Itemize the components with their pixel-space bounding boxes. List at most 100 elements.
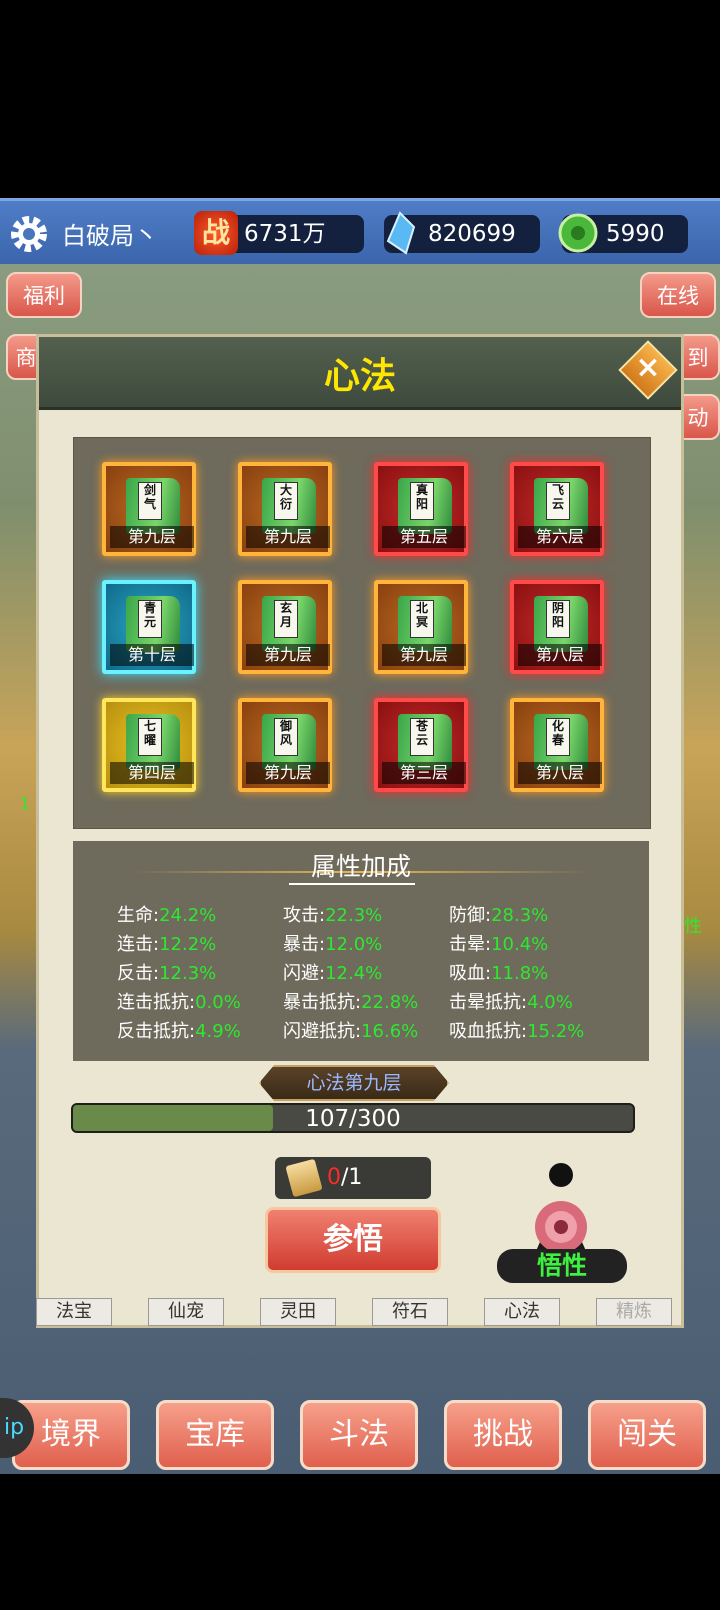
xinfa-book-card[interactable]: 北冥 第九层 [374,580,468,674]
xinfa-book-card[interactable]: 剑气 第九层 [102,462,196,556]
attribute-name: 连击抵抗: [117,992,196,1013]
welfare-button[interactable]: 福利 [6,272,82,318]
attribute-name: 闪避: [283,963,326,984]
panel-tab[interactable]: 心法 [484,1298,560,1326]
attribute-name: 吸血: [449,963,492,984]
bottom-nav-button[interactable]: 挑战 [444,1400,562,1470]
attribute-value: 10.4% [491,934,549,955]
book-name: 苍云 [410,718,434,756]
scroll-icon [285,1158,323,1198]
xinfa-book-card[interactable]: 御风 第九层 [238,698,332,792]
book-name: 化春 [546,718,570,756]
attribute-item: 闪避抵抗:16.6% [283,1017,418,1043]
book-level: 第三层 [382,762,466,784]
online-button[interactable]: 在线 [640,272,716,318]
attribute-value: 22.3% [325,905,383,926]
attribute-item: 反击抵抗:4.9% [117,1017,241,1043]
attribute-item: 击晕:10.4% [449,930,548,956]
xinfa-dialog: 心法 × 剑气 第九层 大衍 第九层 真阳 第五层 飞云 第六层 青元 第十层 玄月 第九层 北冥 第九层… [36,334,684,1328]
book-name: 御风 [274,718,298,756]
bottom-nav-button[interactable]: 斗法 [300,1400,418,1470]
attribute-value: 28.3% [491,905,549,926]
wuxing-label[interactable]: 悟性 [497,1249,627,1283]
book-level: 第六层 [518,526,602,548]
scroll-counter: 0/1 [275,1157,431,1199]
book-name: 飞云 [546,482,570,520]
xinfa-book-card[interactable]: 飞云 第六层 [510,462,604,556]
book-name: 真阳 [410,482,434,520]
xinfa-book-card[interactable]: 青元 第十层 [102,580,196,674]
panel-tab[interactable]: 精炼 [596,1298,672,1326]
panel-tab[interactable]: 灵田 [260,1298,336,1326]
attr-underline [289,883,415,885]
attribute-item: 暴击抵抗:22.8% [283,988,418,1014]
book-name: 青元 [138,600,162,638]
attribute-item: 连击:12.2% [117,930,216,956]
attribute-value: 11.8% [491,963,549,984]
attribute-name: 防御: [449,905,492,926]
book-level: 第五层 [382,526,466,548]
attribute-item: 防御:28.3% [449,901,548,927]
book-level: 第九层 [246,644,330,666]
book-level: 第八层 [518,644,602,666]
attribute-name: 攻击: [283,905,326,926]
power-value: 6731万 [244,221,326,247]
attribute-value: 12.3% [159,963,217,984]
book-grid: 剑气 第九层 大衍 第九层 真阳 第五层 飞云 第六层 青元 第十层 玄月 第九层 北冥 第九层 阴阳 第八层… [73,437,651,829]
progress-bar: 107/300 [71,1103,635,1133]
attr-title: 属性加成 [310,852,411,881]
xinfa-book-card[interactable]: 大衍 第九层 [238,462,332,556]
attribute-name: 生命: [117,905,160,926]
xinfa-book-card[interactable]: 七曜 第四层 [102,698,196,792]
jade-display: 5990 [558,213,688,253]
top-bar: 白破局丶 战 6731万 820699 5990 [0,198,720,270]
level-banner: 心法第九层 [259,1065,449,1101]
attribute-name: 反击抵抗: [117,1021,196,1042]
attribute-name: 暴击抵抗: [283,992,362,1013]
attribute-value: 12.2% [159,934,217,955]
book-level: 第八层 [518,762,602,784]
book-level: 第九层 [246,526,330,548]
attribute-value: 12.4% [325,963,383,984]
progress-fill [73,1105,273,1131]
book-level: 第九层 [110,526,194,548]
comprehend-button[interactable]: 参悟 [265,1207,441,1273]
panel-tab[interactable]: 法宝 [36,1298,112,1326]
scroll-count: 0 [327,1165,341,1190]
close-icon[interactable]: × [627,347,669,389]
book-level: 第四层 [110,762,194,784]
attribute-value: 16.6% [361,1021,419,1042]
panel-tab[interactable]: 仙宠 [148,1298,224,1326]
attribute-name: 闪避抵抗: [283,1021,362,1042]
xinfa-book-card[interactable]: 真阳 第五层 [374,462,468,556]
left-badge-number: 1 [20,794,31,813]
gear-icon[interactable] [6,211,52,257]
attribute-value: 15.2% [527,1021,585,1042]
attribute-item: 生命:24.2% [117,901,216,927]
progress-text: 107/300 [305,1106,401,1132]
xinfa-book-card[interactable]: 阴阳 第八层 [510,580,604,674]
book-name: 阴阳 [546,600,570,638]
attribute-name: 反击: [117,963,160,984]
player-name[interactable]: 白破局丶 [62,216,158,251]
jade-value: 5990 [606,221,665,247]
attribute-name: 击晕: [449,934,492,955]
attribute-value: 0.0% [195,992,241,1013]
attribute-item: 吸血抵抗:15.2% [449,1017,584,1043]
attribute-value: 12.0% [325,934,383,955]
jade-icon [558,213,598,253]
crystal-value: 820699 [428,221,516,247]
bottom-nav-button[interactable]: 闯关 [588,1400,706,1470]
book-name: 七曜 [138,718,162,756]
xinfa-book-card[interactable]: 苍云 第三层 [374,698,468,792]
scroll-total: /1 [341,1165,363,1190]
book-name: 玄月 [274,600,298,638]
xinfa-book-card[interactable]: 化春 第八层 [510,698,604,792]
bottom-nav-button[interactable]: 宝库 [156,1400,274,1470]
attribute-item: 连击抵抗:0.0% [117,988,241,1014]
book-level: 第九层 [246,762,330,784]
xinfa-book-card[interactable]: 玄月 第九层 [238,580,332,674]
battle-power-icon: 战 [194,211,238,255]
panel-tab[interactable]: 符石 [372,1298,448,1326]
crystal-icon [386,211,416,255]
